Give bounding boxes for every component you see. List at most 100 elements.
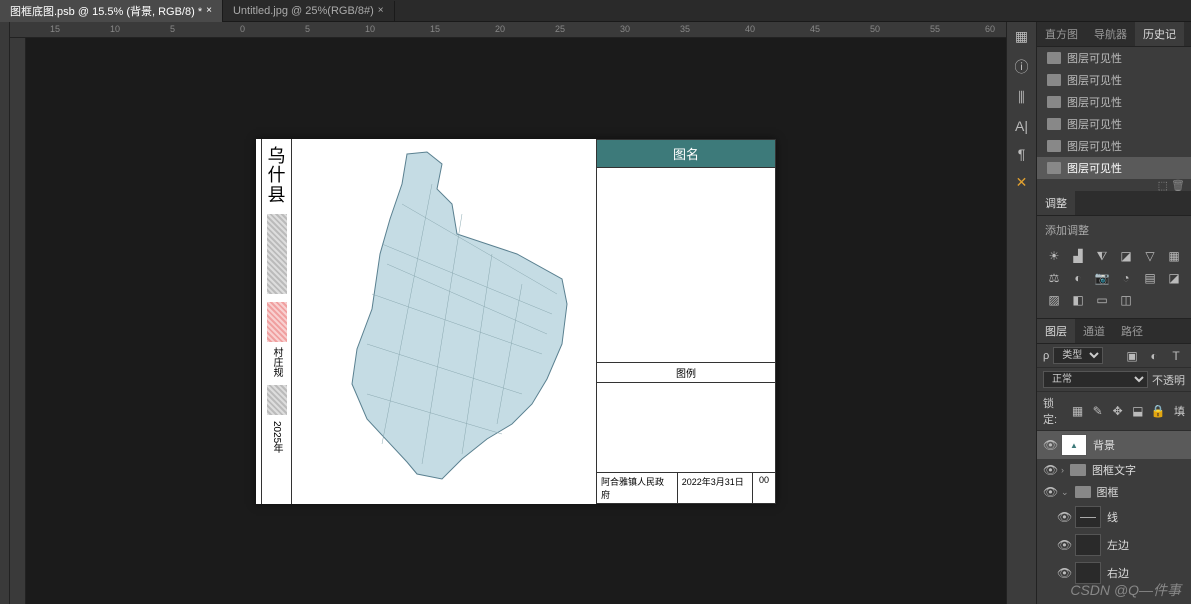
stage[interactable]: 乌 什 县 村庄规 2025年 (26, 38, 1006, 604)
visibility-icon[interactable]: 👁 (1043, 485, 1055, 499)
history-item[interactable]: 图层可见性 (1037, 69, 1191, 91)
tab-history[interactable]: 历史记 (1135, 22, 1184, 46)
adjustments-tabs: 调整 (1037, 191, 1191, 216)
tab-histogram[interactable]: 直方图 (1037, 22, 1086, 46)
lock-move-icon[interactable]: ✥ (1110, 403, 1126, 419)
hue-icon[interactable]: ▦ (1165, 248, 1183, 264)
layer-row[interactable]: 👁 ⌄ 图框 (1037, 481, 1191, 503)
layer-thumb (1075, 506, 1101, 528)
layer-icon (1047, 96, 1061, 108)
legend-box (596, 383, 776, 473)
measure-icon[interactable]: ✕ (1016, 174, 1028, 191)
tab-second[interactable]: Untitled.jpg @ 25%(RGB/8#) × (223, 1, 395, 21)
character-icon[interactable]: A| (1015, 118, 1028, 134)
layer-icon (1047, 52, 1061, 64)
history-item[interactable]: 图层可见性 (1037, 91, 1191, 113)
map-body (596, 168, 776, 363)
lock-all-icon[interactable]: 🔒 (1150, 403, 1166, 419)
history-item[interactable]: 图层可见性 (1037, 113, 1191, 135)
layer-thumb (1075, 534, 1101, 556)
gradient-map-icon[interactable]: ▭ (1093, 292, 1111, 308)
brightness-icon[interactable]: ☀ (1045, 248, 1063, 264)
tab-active[interactable]: 图框底图.psb @ 15.5% (背景, RGB/8) * × (0, 0, 223, 23)
blurred-block-red (267, 302, 287, 342)
right-panels: 直方图 导航器 历史记 图层可见性 图层可见性 图层可见性 图层可见性 图层可见… (1036, 22, 1191, 604)
map-title: 图名 (596, 139, 776, 168)
filter-type-label: ρ (1043, 350, 1049, 362)
filter-image-icon[interactable]: ▣ (1123, 348, 1141, 364)
left-edge (0, 22, 10, 604)
chevron-down-icon[interactable]: ⌄ (1061, 487, 1069, 498)
toolstrip: ▦ ⓘ ⫼ A| ¶ ✕ (1006, 22, 1036, 604)
filter-type-select[interactable]: 类型 (1053, 347, 1103, 364)
lock-artboard-icon[interactable]: ⬓ (1130, 403, 1146, 419)
levels-icon[interactable]: ▟ (1069, 248, 1087, 264)
posterize-icon[interactable]: ▨ (1045, 292, 1063, 308)
paragraph-icon[interactable]: ⫼ (1018, 89, 1024, 106)
canvas-area: 乌 什 县 村庄规 2025年 (10, 38, 1006, 604)
layer-row[interactable]: 👁 左边 (1051, 531, 1191, 559)
map-footer: 阿合雅镇人民政府 2022年3月31日 00 (596, 473, 776, 504)
lookup-icon[interactable]: ▤ (1141, 270, 1159, 286)
tab-active-label: 图框底图.psb @ 15.5% (背景, RGB/8) * (10, 3, 202, 19)
exposure-icon[interactable]: ◪ (1117, 248, 1135, 264)
doc-map (292, 139, 596, 504)
glyph-icon[interactable]: ¶ (1018, 146, 1026, 162)
filter-type-icon[interactable]: T (1167, 348, 1185, 364)
layer-row[interactable]: 👁 › 图框文字 (1037, 459, 1191, 481)
adjustments-label: 添加调整 (1037, 216, 1191, 244)
layer-icon (1047, 118, 1061, 130)
blurred-block (267, 214, 287, 294)
history-item[interactable]: 图层可见性 (1037, 157, 1191, 179)
invert-icon[interactable]: ◪ (1165, 270, 1183, 286)
visibility-icon[interactable]: 👁 (1057, 510, 1069, 524)
layer-row[interactable]: 👁 线 (1051, 503, 1191, 531)
history-footer: ⬚ 🗑 (1037, 179, 1191, 191)
visibility-icon[interactable]: 👁 (1043, 463, 1055, 477)
fill-label: 填 (1174, 403, 1185, 419)
mixer-icon[interactable]: ◔ (1117, 270, 1135, 286)
layer-row[interactable]: 👁 右边 (1051, 559, 1191, 587)
info-icon[interactable]: ⓘ (1015, 57, 1029, 77)
photo-filter-icon[interactable]: 📷 (1093, 270, 1111, 286)
lock-brush-icon[interactable]: ✎ (1090, 403, 1106, 419)
visibility-icon[interactable]: 👁 (1043, 438, 1055, 452)
vibrance-icon[interactable]: ▽ (1141, 248, 1159, 264)
close-icon[interactable]: × (378, 5, 384, 16)
blend-mode-select[interactable]: 正常 (1043, 371, 1148, 388)
doc-left-column: 乌 什 县 村庄规 2025年 (262, 139, 292, 504)
doc-right-panel: 图名 图例 阿合雅镇人民政府 2022年3月31日 00 (596, 139, 776, 504)
lock-pixels-icon[interactable]: ▦ (1069, 403, 1085, 419)
history-item[interactable]: 图层可见性 (1037, 135, 1191, 157)
folder-icon (1075, 486, 1091, 498)
lock-row: 锁定: ▦ ✎ ✥ ⬓ 🔒 填 (1037, 392, 1191, 431)
chevron-right-icon[interactable]: › (1061, 465, 1064, 475)
opacity-label: 不透明 (1152, 372, 1185, 388)
tab-paths[interactable]: 路径 (1113, 319, 1151, 343)
threshold-icon[interactable]: ◧ (1069, 292, 1087, 308)
tab-navigator[interactable]: 导航器 (1086, 22, 1135, 46)
document-artboard[interactable]: 乌 什 县 村庄规 2025年 (256, 139, 776, 504)
layer-filter-row: ρ 类型 ▣ ◐ T (1037, 344, 1191, 368)
balance-icon[interactable]: ⚖ (1045, 270, 1063, 286)
ruler-vertical (10, 38, 26, 604)
nav-panel-tabs: 直方图 导航器 历史记 (1037, 22, 1191, 47)
tab-channels[interactable]: 通道 (1075, 319, 1113, 343)
blend-row: 正常 不透明 (1037, 368, 1191, 392)
close-icon[interactable]: × (206, 5, 212, 16)
tab-adjustments[interactable]: 调整 (1037, 191, 1075, 215)
tab-layers[interactable]: 图层 (1037, 319, 1075, 343)
swatches-icon[interactable]: ▦ (1015, 28, 1028, 45)
filter-adjust-icon[interactable]: ◐ (1145, 348, 1163, 364)
layer-row[interactable]: 👁 ▲ 背景 (1037, 431, 1191, 459)
history-item[interactable]: 图层可见性 (1037, 47, 1191, 69)
layer-list: 👁 ▲ 背景 👁 › 图框文字 👁 ⌄ 图框 👁 (1037, 431, 1191, 604)
visibility-icon[interactable]: 👁 (1057, 566, 1069, 580)
selective-icon[interactable]: ◫ (1117, 292, 1135, 308)
layer-icon (1047, 74, 1061, 86)
bw-icon[interactable]: ◐ (1069, 270, 1087, 286)
curves-icon[interactable]: ⧨ (1093, 248, 1111, 264)
year-label: 2025年 (269, 421, 284, 453)
layer-thumb (1075, 562, 1101, 584)
visibility-icon[interactable]: 👁 (1057, 538, 1069, 552)
